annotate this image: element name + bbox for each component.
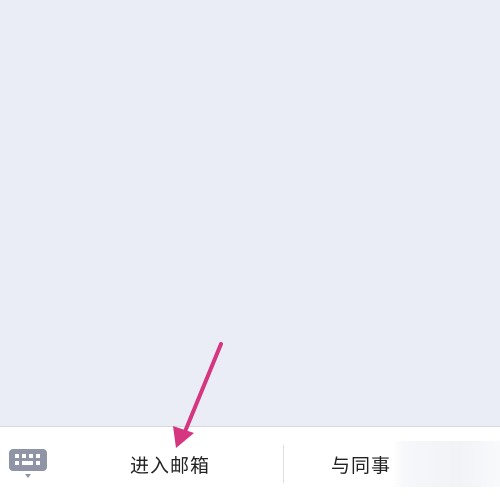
menu-item-enter-mailbox[interactable]: 进入邮箱 xyxy=(58,427,282,500)
menu-item-label: 与同事 xyxy=(331,454,392,477)
bottom-menu-bar: 进入邮箱 与同事 xyxy=(0,426,500,500)
menu-item-label: 进入邮箱 xyxy=(129,454,210,477)
message-area[interactable] xyxy=(0,0,500,426)
chat-screen: 进入邮箱 与同事 xyxy=(0,0,500,500)
menu-divider xyxy=(283,445,284,483)
watermark-blur xyxy=(392,441,500,487)
keyboard-icon xyxy=(9,449,47,478)
keyboard-toggle-button[interactable] xyxy=(8,445,48,481)
